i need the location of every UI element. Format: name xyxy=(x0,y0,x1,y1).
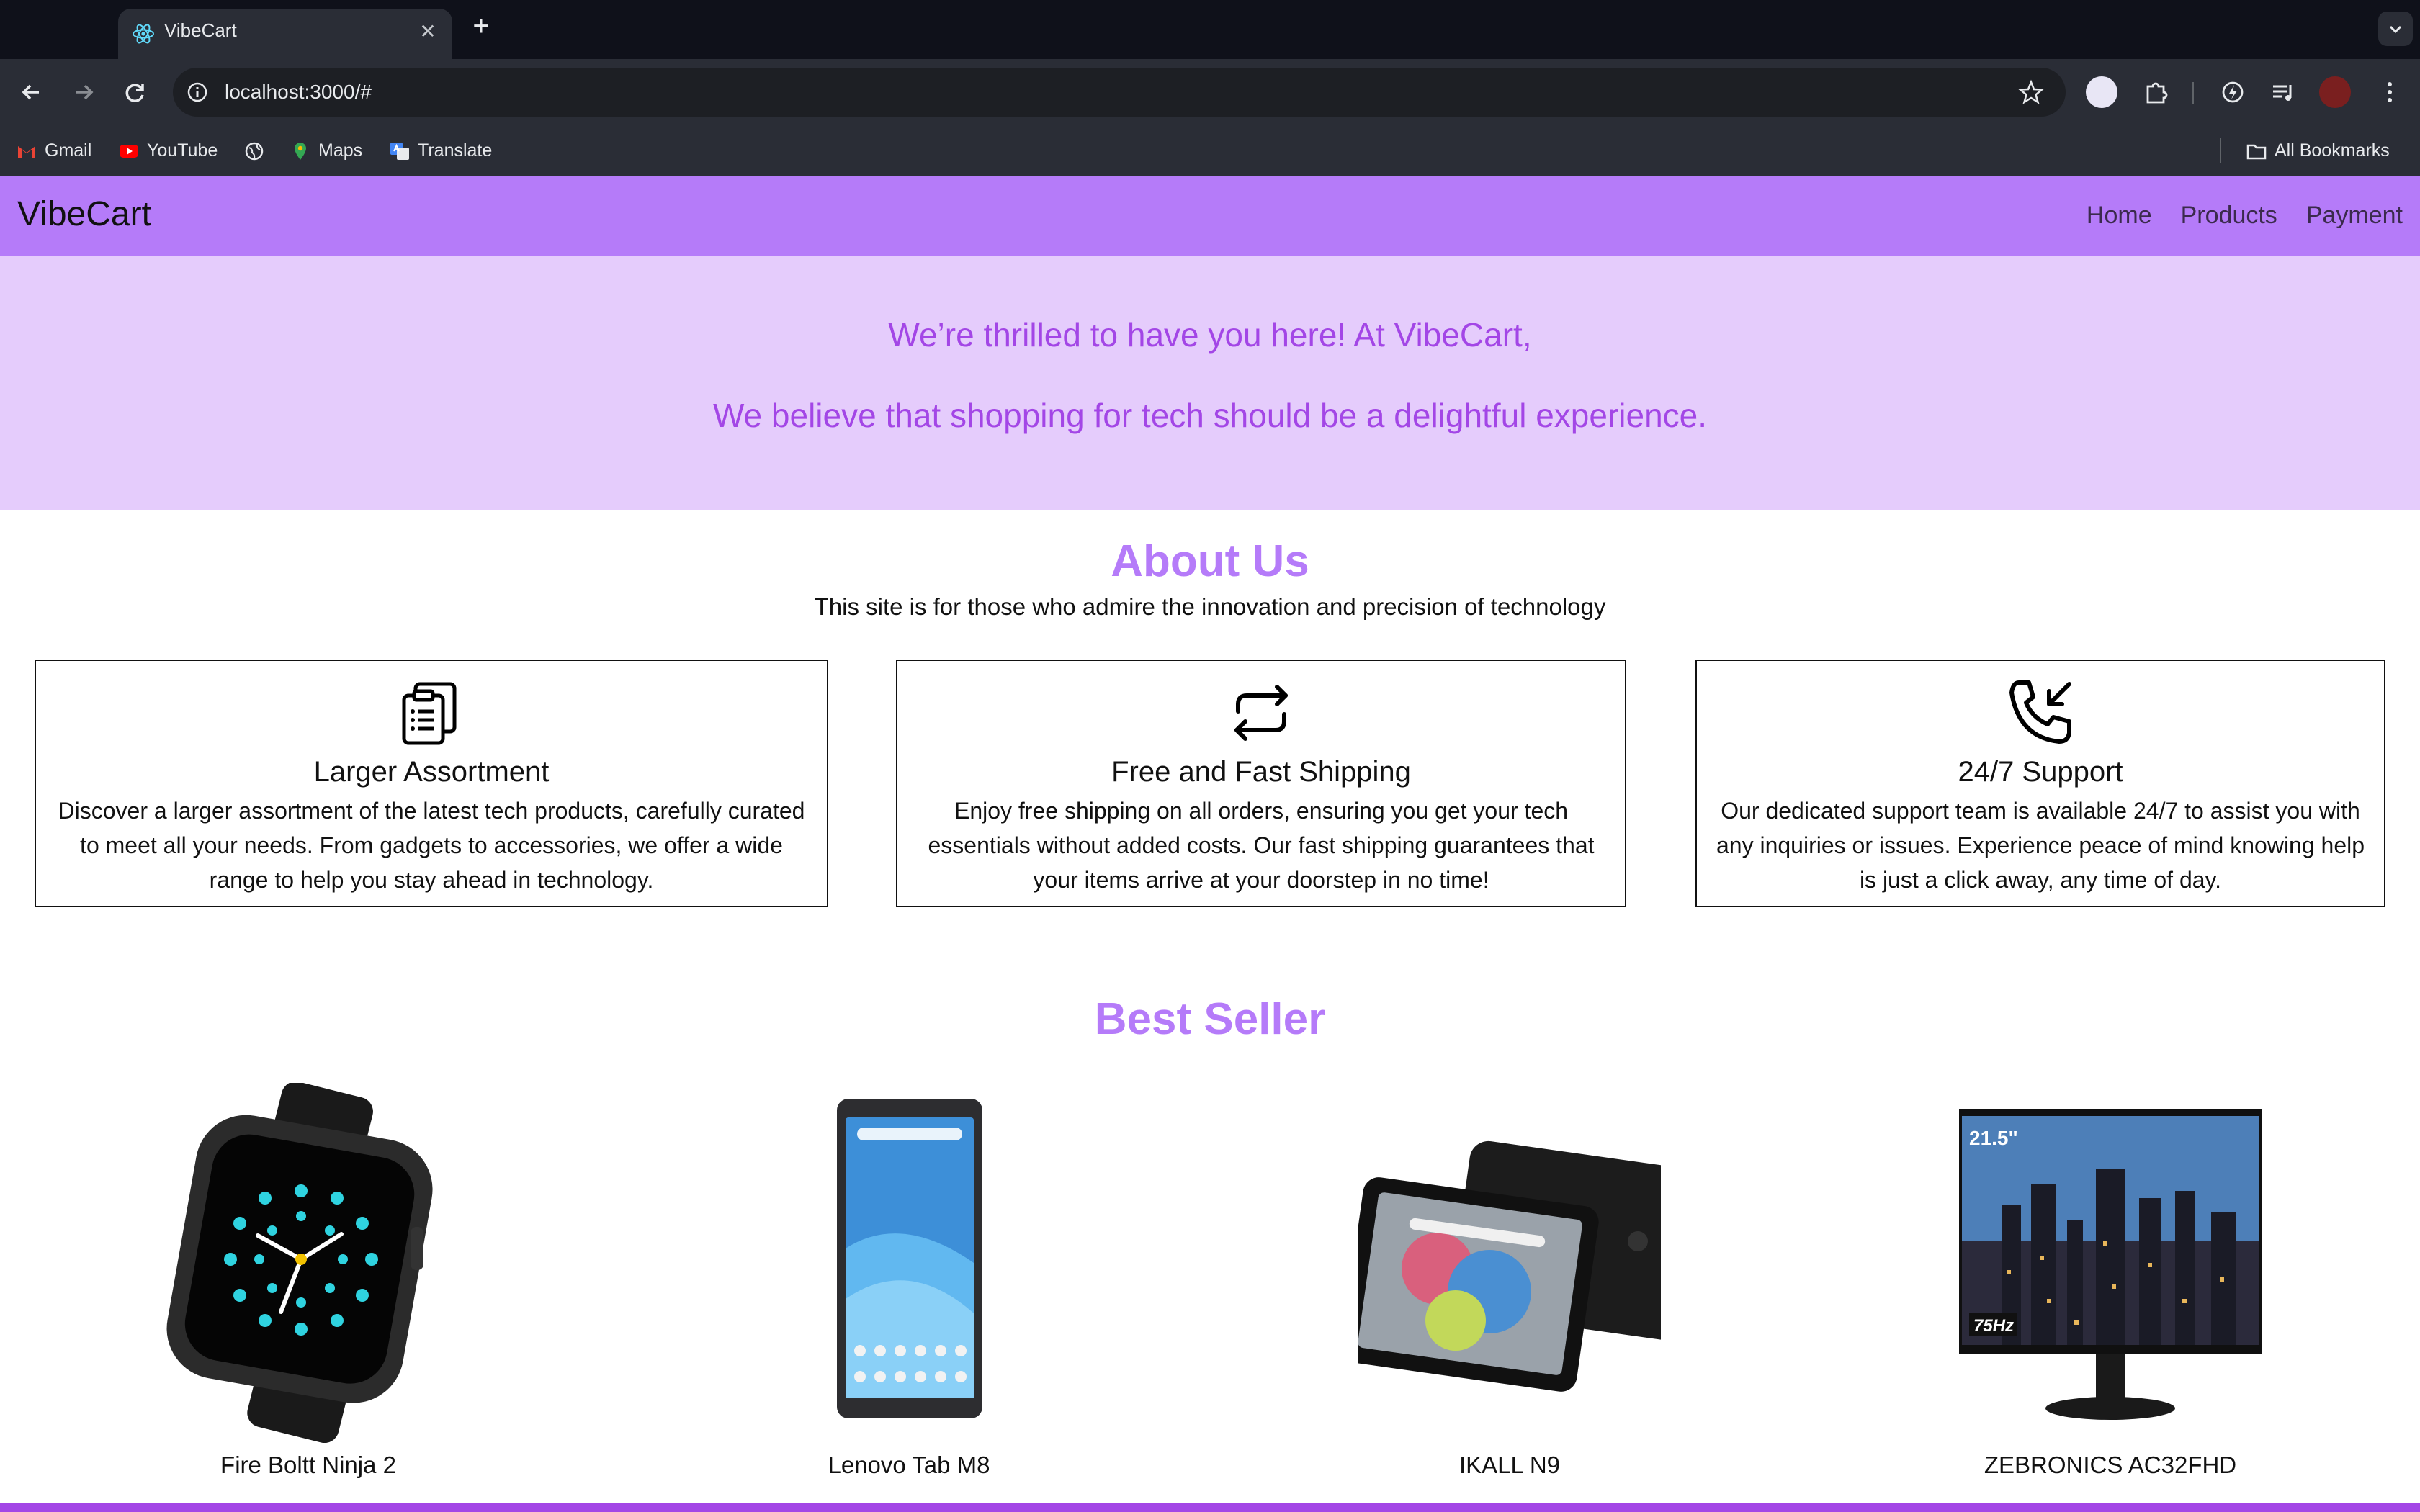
feature-card: Free and Fast Shipping Enjoy free shippi… xyxy=(896,660,1626,907)
extensions-puzzle-icon[interactable] xyxy=(2141,76,2172,108)
maps-pin-icon xyxy=(295,143,306,161)
translate-icon xyxy=(390,143,409,161)
tab-search-icon[interactable] xyxy=(2378,12,2413,46)
extension-avatar-icon[interactable] xyxy=(2086,76,2118,108)
product-card[interactable]: Fire Boltt Ninja 2 xyxy=(157,1083,460,1500)
bookmarks-bar: Gmail YouTube Maps Translate All Bookmar… xyxy=(0,125,2420,176)
tablet-with-case-image[interactable] xyxy=(1358,1083,1661,1443)
bookmark-label: Gmail xyxy=(45,140,92,161)
browser-toolbar: localhost:3000/# xyxy=(0,59,2420,125)
product-card[interactable]: 21.5" 75Hz ZEBRONICS AC32FHD xyxy=(1959,1083,2262,1500)
nav-link-home[interactable]: Home xyxy=(2087,202,2152,230)
site-info-icon[interactable] xyxy=(186,81,209,104)
performance-icon[interactable] xyxy=(2217,76,2249,108)
react-icon xyxy=(133,24,154,44)
brand-logo[interactable]: VibeCart xyxy=(17,194,151,234)
card-title: Larger Assortment xyxy=(313,756,550,788)
media-controls-icon[interactable] xyxy=(2267,76,2299,108)
product-card[interactable]: Lenovo Tab M8 xyxy=(758,1083,1060,1500)
folder-icon xyxy=(2246,145,2267,160)
screen-size-badge: 21.5" xyxy=(1969,1127,2018,1149)
product-name[interactable]: ZEBRONICS AC32FHD xyxy=(1959,1452,2262,1479)
tablet-image[interactable] xyxy=(758,1083,1060,1443)
toolbar-divider xyxy=(2192,82,2194,104)
about-subtitle: This site is for those who admire the in… xyxy=(814,593,1606,620)
bookmark-label: All Bookmarks xyxy=(2275,140,2390,161)
product-name[interactable]: Fire Boltt Ninja 2 xyxy=(157,1452,460,1479)
browser-tabstrip: VibeCart ✕ + xyxy=(0,0,2420,59)
page-content: VibeCart Home Products Payment We’re thr… xyxy=(0,176,2420,1512)
bookmark-star-icon[interactable] xyxy=(2018,79,2044,105)
gmail-icon xyxy=(18,146,35,158)
globe-icon xyxy=(245,143,264,161)
card-text: Enjoy free shipping on all orders, ensur… xyxy=(928,798,1595,893)
footer-bar xyxy=(0,1503,2420,1512)
bookmark-translate[interactable]: Translate xyxy=(389,138,492,163)
browser-tab[interactable]: VibeCart ✕ xyxy=(118,9,452,59)
card-title: Free and Fast Shipping xyxy=(1111,756,1411,788)
address-bar[interactable]: localhost:3000/# xyxy=(173,68,2066,117)
browser-menu-icon[interactable] xyxy=(2374,76,2406,108)
product-card[interactable]: IKALL N9 xyxy=(1358,1083,1661,1500)
bookmark-globe[interactable] xyxy=(243,138,272,163)
forward-icon[interactable] xyxy=(66,75,101,109)
card-text: Discover a larger assortment of the late… xyxy=(58,798,805,893)
phone-incoming-icon xyxy=(2009,680,2071,744)
tab-title: VibeCart xyxy=(164,19,237,41)
product-name[interactable]: IKALL N9 xyxy=(1358,1452,1661,1479)
card-text: Our dedicated support team is available … xyxy=(1716,798,2365,893)
product-name[interactable]: Lenovo Tab M8 xyxy=(758,1452,1060,1479)
monitor-image[interactable]: 21.5" 75Hz xyxy=(1959,1083,2262,1443)
bookmark-label: Maps xyxy=(318,140,363,161)
hero-line: We believe that shopping for tech should… xyxy=(712,397,1708,434)
nav-link-payment[interactable]: Payment xyxy=(2306,202,2403,230)
card-title: 24/7 Support xyxy=(1958,756,2123,788)
repeat-arrows-icon xyxy=(1234,685,1288,741)
bookmarks-divider xyxy=(2220,138,2221,163)
hero-banner: We’re thrilled to have you here! At Vibe… xyxy=(0,256,2420,510)
nav-links: Home Products Payment xyxy=(2087,202,2403,230)
site-navbar: VibeCart Home Products Payment xyxy=(0,176,2420,256)
hero-line: We’re thrilled to have you here! At Vibe… xyxy=(888,316,1532,354)
smartwatch-image[interactable] xyxy=(157,1083,460,1443)
all-bookmarks[interactable]: All Bookmarks xyxy=(2246,138,2390,163)
feature-card: Larger Assortment Discover a larger asso… xyxy=(35,660,828,907)
url-text[interactable]: localhost:3000/# xyxy=(225,81,372,104)
clipboard-list-icon xyxy=(402,682,457,745)
bookmark-gmail[interactable]: Gmail xyxy=(16,138,91,163)
bookmark-maps[interactable]: Maps xyxy=(290,138,362,163)
nav-link-products[interactable]: Products xyxy=(2181,202,2277,230)
bookmark-label: Translate xyxy=(418,140,493,161)
back-icon[interactable] xyxy=(14,75,49,109)
new-tab-icon[interactable]: + xyxy=(467,12,496,42)
close-tab-icon[interactable]: ✕ xyxy=(413,17,442,46)
best-seller-title: Best Seller xyxy=(1094,994,1326,1044)
feature-card: 24/7 Support Our dedicated support team … xyxy=(1695,660,2385,907)
profile-avatar[interactable] xyxy=(2319,76,2351,108)
about-title: About Us xyxy=(1111,536,1309,586)
youtube-icon xyxy=(120,145,138,158)
bookmark-label: YouTube xyxy=(147,140,218,161)
bookmark-youtube[interactable]: YouTube xyxy=(118,138,218,163)
refresh-rate-badge: 75Hz xyxy=(1973,1316,2014,1336)
reload-icon[interactable] xyxy=(118,75,153,109)
